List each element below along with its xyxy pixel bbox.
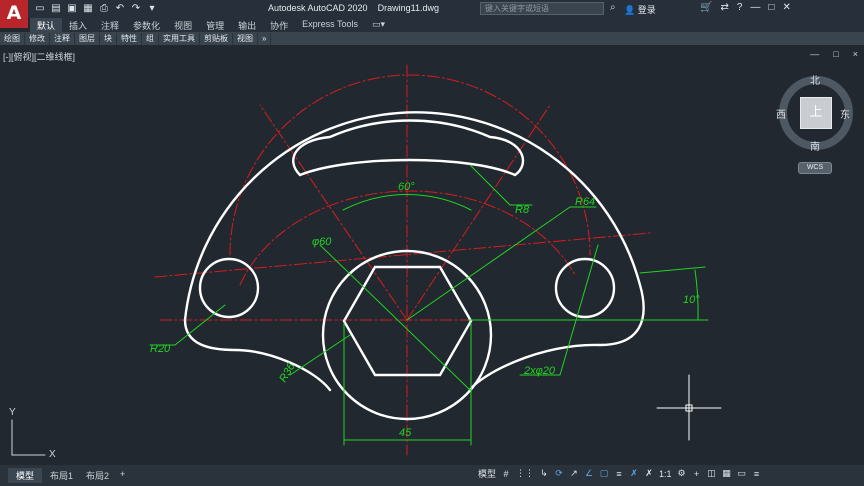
add-layout-button[interactable]: + [112, 468, 133, 480]
ribbon-tabs: 默认 插入 注释 参数化 视图 管理 输出 协作 Express Tools ▭… [30, 18, 864, 32]
new-icon[interactable]: ▭ [34, 2, 46, 15]
tab-manage[interactable]: 管理 [199, 18, 231, 32]
cart-icon[interactable]: 🛒 [700, 2, 712, 13]
panel-annotation[interactable]: 注释 [50, 32, 75, 45]
crosshair-cursor [656, 374, 722, 441]
dim-r64: R64 [575, 196, 595, 208]
panel-more[interactable]: » [258, 32, 272, 45]
panel-block[interactable]: 块 [100, 32, 117, 45]
help-icon[interactable]: ? [737, 2, 743, 13]
viewport-close-button[interactable]: × [853, 49, 858, 59]
dim-angle-10: 10° [683, 294, 700, 306]
login-button[interactable]: 👤 登录 [624, 3, 656, 16]
osnap-tracking-icon[interactable]: ∠ [584, 468, 594, 479]
tab-insert[interactable]: 插入 [62, 18, 94, 32]
lineweight-icon[interactable]: ≡ [614, 469, 624, 479]
tab-view[interactable]: 视图 [167, 18, 199, 32]
title-bar: A ▭ ▤ ▣ ▦ ⎙ ↶ ↷ ▾ Autodesk AutoCAD 2020 … [0, 0, 864, 28]
part-geometry [183, 111, 645, 421]
chevron-down-icon[interactable]: ▾ [146, 2, 158, 15]
panel-bar: 绘图 修改 注释 图层 块 特性 组 实用工具 剪贴板 视图 » [0, 32, 864, 45]
save-icon[interactable]: ▣ [66, 2, 78, 15]
tab-output[interactable]: 输出 [231, 18, 263, 32]
tab-express-tools[interactable]: Express Tools [295, 18, 365, 32]
login-label: 登录 [637, 5, 656, 15]
annotation-visibility-icon[interactable]: ✗ [629, 468, 639, 479]
ucs-x-label: X [49, 449, 56, 460]
annotation-scale[interactable]: 1:1 [659, 469, 672, 479]
clean-screen-icon[interactable]: ▭ [737, 468, 747, 479]
search-icon[interactable]: ⌕ [610, 2, 616, 13]
object-snap-icon[interactable]: ▢ [599, 468, 609, 479]
dimension-lines [149, 164, 709, 446]
saveas-icon[interactable]: ▦ [82, 2, 94, 15]
application-menu-button[interactable]: A [0, 0, 28, 28]
annotation-autoscale-icon[interactable]: ✗ [644, 468, 654, 479]
dim-r8: R8 [515, 204, 530, 216]
tab-annotate[interactable]: 注释 [94, 18, 126, 32]
dim-width-45: 45 [399, 427, 412, 439]
panel-view[interactable]: 视图 [233, 32, 258, 45]
maximize-icon[interactable]: □ [768, 2, 774, 13]
plus-icon[interactable]: + [692, 469, 702, 479]
panel-properties[interactable]: 特性 [117, 32, 142, 45]
panel-groups[interactable]: 组 [142, 32, 159, 45]
view-cube[interactable]: 上 北 南 东 西 WCS [774, 68, 858, 188]
user-icon: 👤 [624, 5, 636, 15]
drawing-canvas[interactable]: 60° R8 R64 φ60 10° R20 R36 2xφ20 45 Y X [0, 45, 864, 465]
hardware-accel-icon[interactable]: ▦ [722, 468, 732, 479]
compass-east[interactable]: 东 [840, 106, 850, 121]
grid-icon[interactable]: # [501, 469, 511, 479]
close-icon[interactable]: ✕ [782, 2, 790, 13]
dim-holes: 2xφ20 [523, 365, 556, 377]
viewport-label[interactable]: [-][俯视][二维线框] [3, 50, 75, 63]
viewport-minimize-button[interactable]: — [810, 49, 819, 59]
compass-north[interactable]: 北 [810, 72, 820, 87]
ucs-icon [11, 419, 46, 456]
dim-angle-60: 60° [398, 181, 415, 193]
cube-top-face[interactable]: 上 [800, 97, 832, 129]
polar-tracking-icon[interactable]: ⟳ [554, 468, 564, 479]
wcs-menu[interactable]: WCS [798, 162, 832, 174]
tab-default[interactable]: 默认 [30, 18, 63, 32]
tab-model[interactable]: 模型 [8, 468, 43, 483]
app-name: Autodesk AutoCAD 2020 [268, 3, 368, 13]
dim-dia60: φ60 [312, 236, 332, 248]
gear-icon[interactable]: ⚙ [677, 468, 687, 479]
viewport-restore-button[interactable]: □ [833, 49, 838, 59]
customize-icon[interactable]: ≡ [752, 469, 762, 479]
snap-icon[interactable]: ⋮⋮ [516, 468, 534, 479]
ribbon-options-button[interactable]: ▭▾ [365, 18, 392, 32]
panel-modify[interactable]: 修改 [25, 32, 50, 45]
tab-layout1[interactable]: 布局1 [42, 468, 81, 483]
open-icon[interactable]: ▤ [50, 2, 62, 15]
search-input[interactable]: 键入关键字或短语 [480, 2, 604, 15]
panel-clipboard[interactable]: 剪贴板 [200, 32, 233, 45]
dim-r20: R20 [150, 343, 171, 355]
plot-icon[interactable]: ⎙ [98, 2, 110, 15]
infer-icon[interactable]: ↳ [539, 468, 549, 479]
tab-parametric[interactable]: 参数化 [126, 18, 167, 32]
quick-access-toolbar: ▭ ▤ ▣ ▦ ⎙ ↶ ↷ ▾ [34, 2, 158, 15]
viewport-controls: — □ × [810, 49, 858, 59]
undo-icon[interactable]: ↶ [114, 2, 126, 15]
panel-draw[interactable]: 绘图 [0, 32, 25, 45]
panel-layers[interactable]: 图层 [75, 32, 100, 45]
minimize-icon[interactable]: — [750, 2, 760, 13]
ucs-y-label: Y [9, 407, 16, 418]
compass-west[interactable]: 西 [776, 106, 786, 121]
redo-icon[interactable]: ↷ [130, 2, 142, 15]
status-bar: 模型 # ⋮⋮ ↳ ⟳ ↗ ∠ ▢ ≡ ✗ ✗ 1:1 ⚙ + ◫ ▦ ▭ ≡ [478, 467, 762, 480]
isolate-icon[interactable]: ◫ [707, 468, 717, 479]
window-title: Autodesk AutoCAD 2020 Drawing11.dwg [268, 3, 439, 13]
tab-collaborate[interactable]: 协作 [263, 18, 295, 32]
compass-south[interactable]: 南 [810, 138, 820, 153]
right-tools: 🛒 ⇄ ? — □ ✕ [700, 2, 791, 13]
isodraft-icon[interactable]: ↗ [569, 468, 579, 479]
model-space-button[interactable]: 模型 [478, 467, 496, 480]
panel-utilities[interactable]: 实用工具 [159, 32, 200, 45]
document-name: Drawing11.dwg [377, 3, 439, 13]
exchange-icon[interactable]: ⇄ [720, 2, 728, 13]
